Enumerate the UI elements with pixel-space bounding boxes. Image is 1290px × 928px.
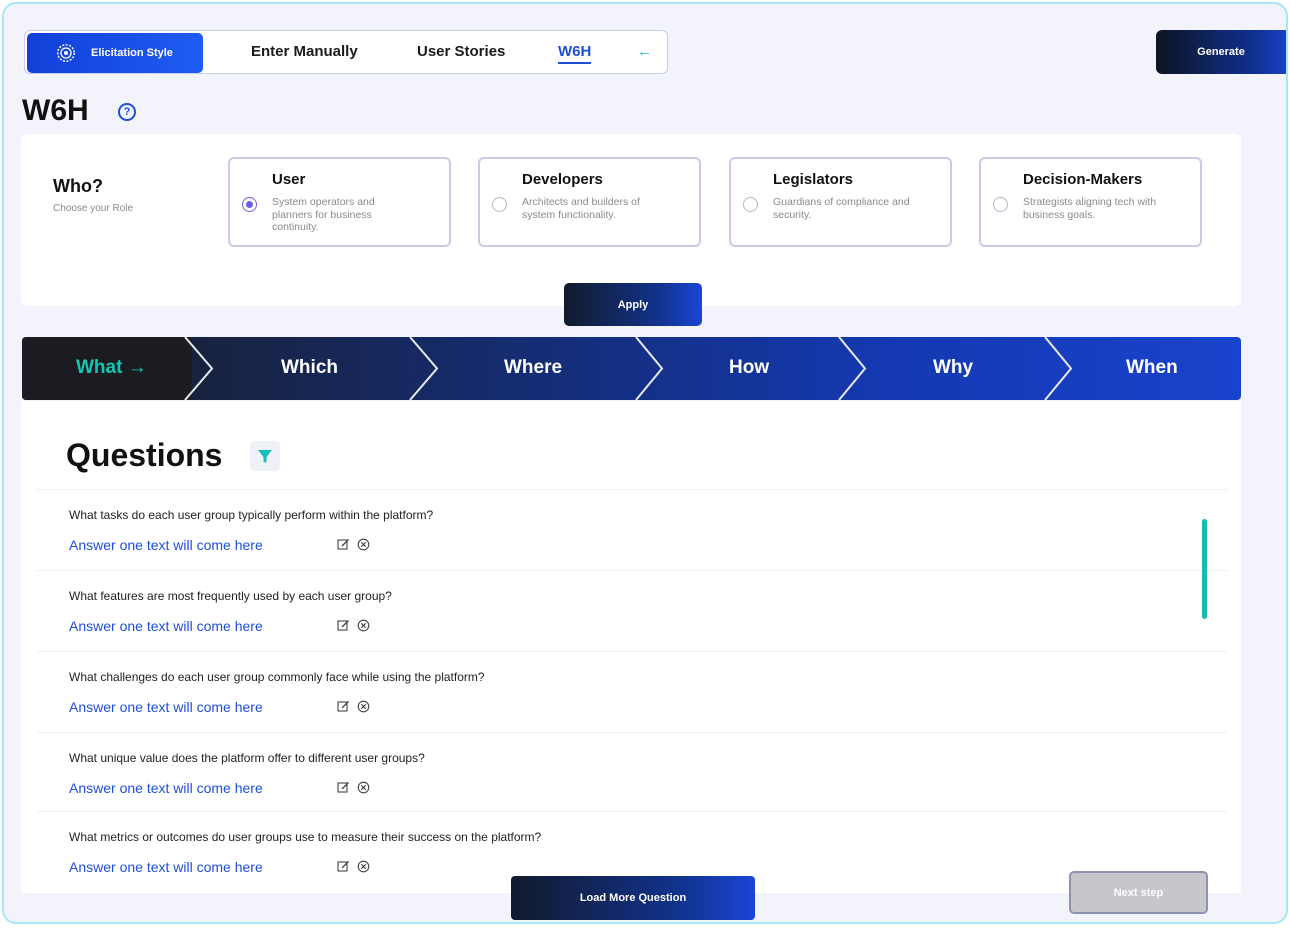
role-title: Legislators bbox=[773, 171, 854, 188]
radio-icon[interactable] bbox=[242, 197, 257, 212]
delete-icon[interactable] bbox=[357, 860, 370, 873]
load-more-button[interactable]: Load More Question bbox=[511, 876, 755, 920]
app-frame: Elicitation Style Enter Manually User St… bbox=[2, 2, 1288, 924]
question-text: What tasks do each user group typically … bbox=[69, 508, 434, 522]
filter-icon[interactable] bbox=[250, 441, 280, 471]
question-text: What unique value does the platform offe… bbox=[69, 751, 425, 765]
edit-icon[interactable] bbox=[337, 860, 350, 873]
questions-panel: Questions What tasks do each user group … bbox=[21, 401, 1241, 893]
stepbar-background bbox=[22, 337, 1241, 400]
step-where[interactable]: Where bbox=[504, 357, 562, 379]
role-card-developers[interactable]: Developers Architects and builders of sy… bbox=[478, 157, 701, 247]
tab-w6h[interactable]: W6H bbox=[558, 43, 592, 64]
elicitation-style-label: Elicitation Style bbox=[91, 47, 173, 59]
role-description: Architects and builders of system functi… bbox=[522, 196, 640, 221]
question-item: What features are most frequently used b… bbox=[37, 570, 1227, 651]
radio-icon[interactable] bbox=[743, 197, 758, 212]
delete-icon[interactable] bbox=[357, 538, 370, 551]
back-arrow-icon[interactable]: ← bbox=[637, 43, 652, 60]
question-item: What tasks do each user group typically … bbox=[37, 489, 1227, 570]
page-title: W6H bbox=[22, 94, 89, 127]
edit-icon[interactable] bbox=[337, 538, 350, 551]
role-title: Developers bbox=[522, 171, 603, 188]
help-icon[interactable]: ? bbox=[118, 103, 136, 121]
role-title: Decision-Makers bbox=[1023, 171, 1143, 188]
who-panel: Who? Choose your Role User System operat… bbox=[21, 134, 1241, 306]
tab-enter-manually[interactable]: Enter Manually bbox=[251, 43, 358, 60]
elicitation-tabbar: Elicitation Style Enter Manually User St… bbox=[24, 30, 668, 74]
delete-icon[interactable] bbox=[357, 781, 370, 794]
question-item: What unique value does the platform offe… bbox=[37, 732, 1227, 813]
answer-text[interactable]: Answer one text will come here bbox=[69, 859, 263, 875]
question-item: What challenges do each user group commo… bbox=[37, 651, 1227, 732]
role-description: System operators and planners for busine… bbox=[272, 196, 375, 233]
tab-user-stories[interactable]: User Stories bbox=[417, 43, 505, 60]
step-what[interactable]: What → bbox=[76, 357, 147, 379]
role-card-user[interactable]: User System operators and planners for b… bbox=[228, 157, 451, 247]
gear-icon bbox=[57, 44, 75, 62]
edit-icon[interactable] bbox=[337, 781, 350, 794]
who-title: Who? bbox=[53, 176, 103, 196]
answer-text[interactable]: Answer one text will come here bbox=[69, 537, 263, 553]
question-text: What challenges do each user group commo… bbox=[69, 670, 485, 684]
delete-icon[interactable] bbox=[357, 700, 370, 713]
questions-title: Questions bbox=[66, 437, 223, 473]
edit-icon[interactable] bbox=[337, 619, 350, 632]
radio-icon[interactable] bbox=[492, 197, 507, 212]
role-title: User bbox=[272, 171, 306, 188]
question-text: What metrics or outcomes do user groups … bbox=[69, 830, 542, 844]
role-description: Guardians of compliance and security. bbox=[773, 196, 910, 221]
answer-text[interactable]: Answer one text will come here bbox=[69, 699, 263, 715]
role-card-legislators[interactable]: Legislators Guardians of compliance and … bbox=[729, 157, 952, 247]
scrollbar-thumb[interactable] bbox=[1202, 519, 1207, 619]
step-why[interactable]: Why bbox=[933, 357, 973, 379]
step-which[interactable]: Which bbox=[281, 357, 338, 379]
question-text: What features are most frequently used b… bbox=[69, 589, 392, 603]
apply-button[interactable]: Apply bbox=[564, 283, 702, 326]
answer-text[interactable]: Answer one text will come here bbox=[69, 618, 263, 634]
generate-button[interactable]: Generate bbox=[1156, 30, 1286, 74]
who-subtitle: Choose your Role bbox=[53, 203, 134, 214]
next-step-button[interactable]: Next step bbox=[1069, 871, 1208, 914]
radio-icon[interactable] bbox=[993, 197, 1008, 212]
w6h-stepbar: What → Which Where How Why When bbox=[22, 337, 1241, 400]
role-description: Strategists aligning tech with business … bbox=[1023, 196, 1157, 221]
elicitation-style-button[interactable]: Elicitation Style bbox=[27, 33, 203, 73]
step-how[interactable]: How bbox=[729, 357, 769, 379]
answer-text[interactable]: Answer one text will come here bbox=[69, 780, 263, 796]
edit-icon[interactable] bbox=[337, 700, 350, 713]
role-card-decision-makers[interactable]: Decision-Makers Strategists aligning tec… bbox=[979, 157, 1202, 247]
delete-icon[interactable] bbox=[357, 619, 370, 632]
step-when[interactable]: When bbox=[1126, 357, 1178, 379]
